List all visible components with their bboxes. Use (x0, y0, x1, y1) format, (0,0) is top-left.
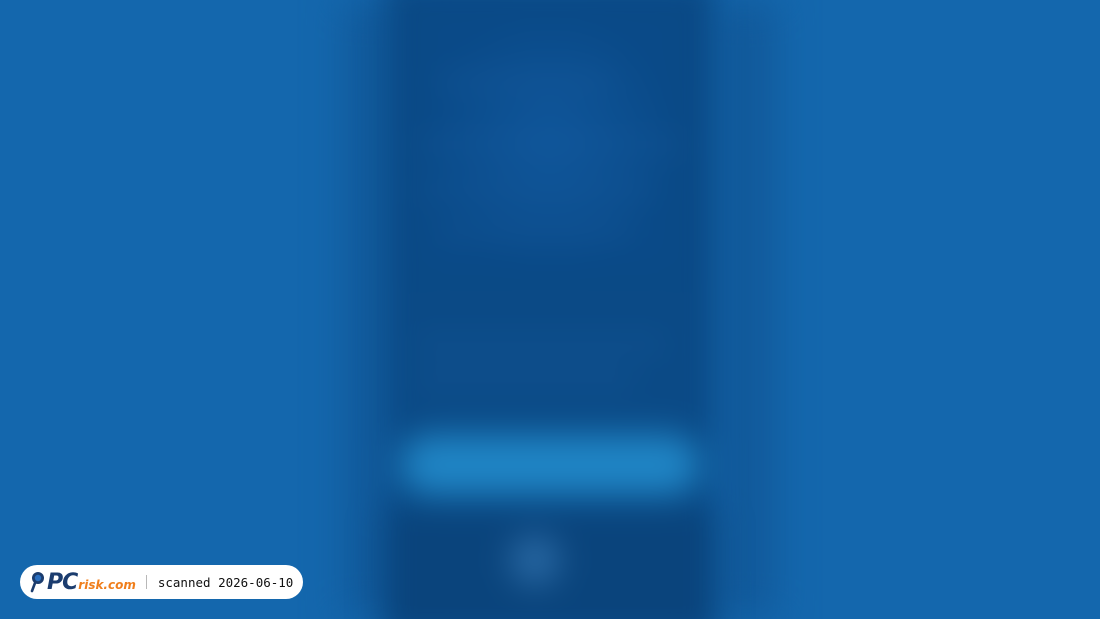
logo-text-pc: PC (47, 569, 78, 595)
pcrisk-watermark: PC risk.com scanned 2026-06-10 (20, 565, 303, 599)
blurred-text-line (415, 140, 685, 150)
scan-date-label: scanned 2026-06-10 (157, 574, 294, 590)
logo-text-risk: risk.com (78, 578, 136, 592)
divider (145, 575, 147, 589)
blurred-text-line (435, 75, 615, 85)
blurred-text-line (435, 225, 635, 235)
blurred-text-line (415, 185, 655, 195)
blurred-footer-icon (510, 535, 560, 585)
blurred-action-button[interactable] (400, 435, 700, 495)
screen: PC risk.com scanned 2026-06-10 (0, 0, 1100, 619)
backdrop-shadow-right (715, 0, 775, 619)
magnifier-icon (30, 571, 46, 593)
blurred-text-line (415, 340, 665, 350)
blurred-dialog (385, 0, 715, 619)
pcrisk-logo: PC risk.com (30, 565, 136, 599)
blurred-text-line (415, 375, 635, 385)
